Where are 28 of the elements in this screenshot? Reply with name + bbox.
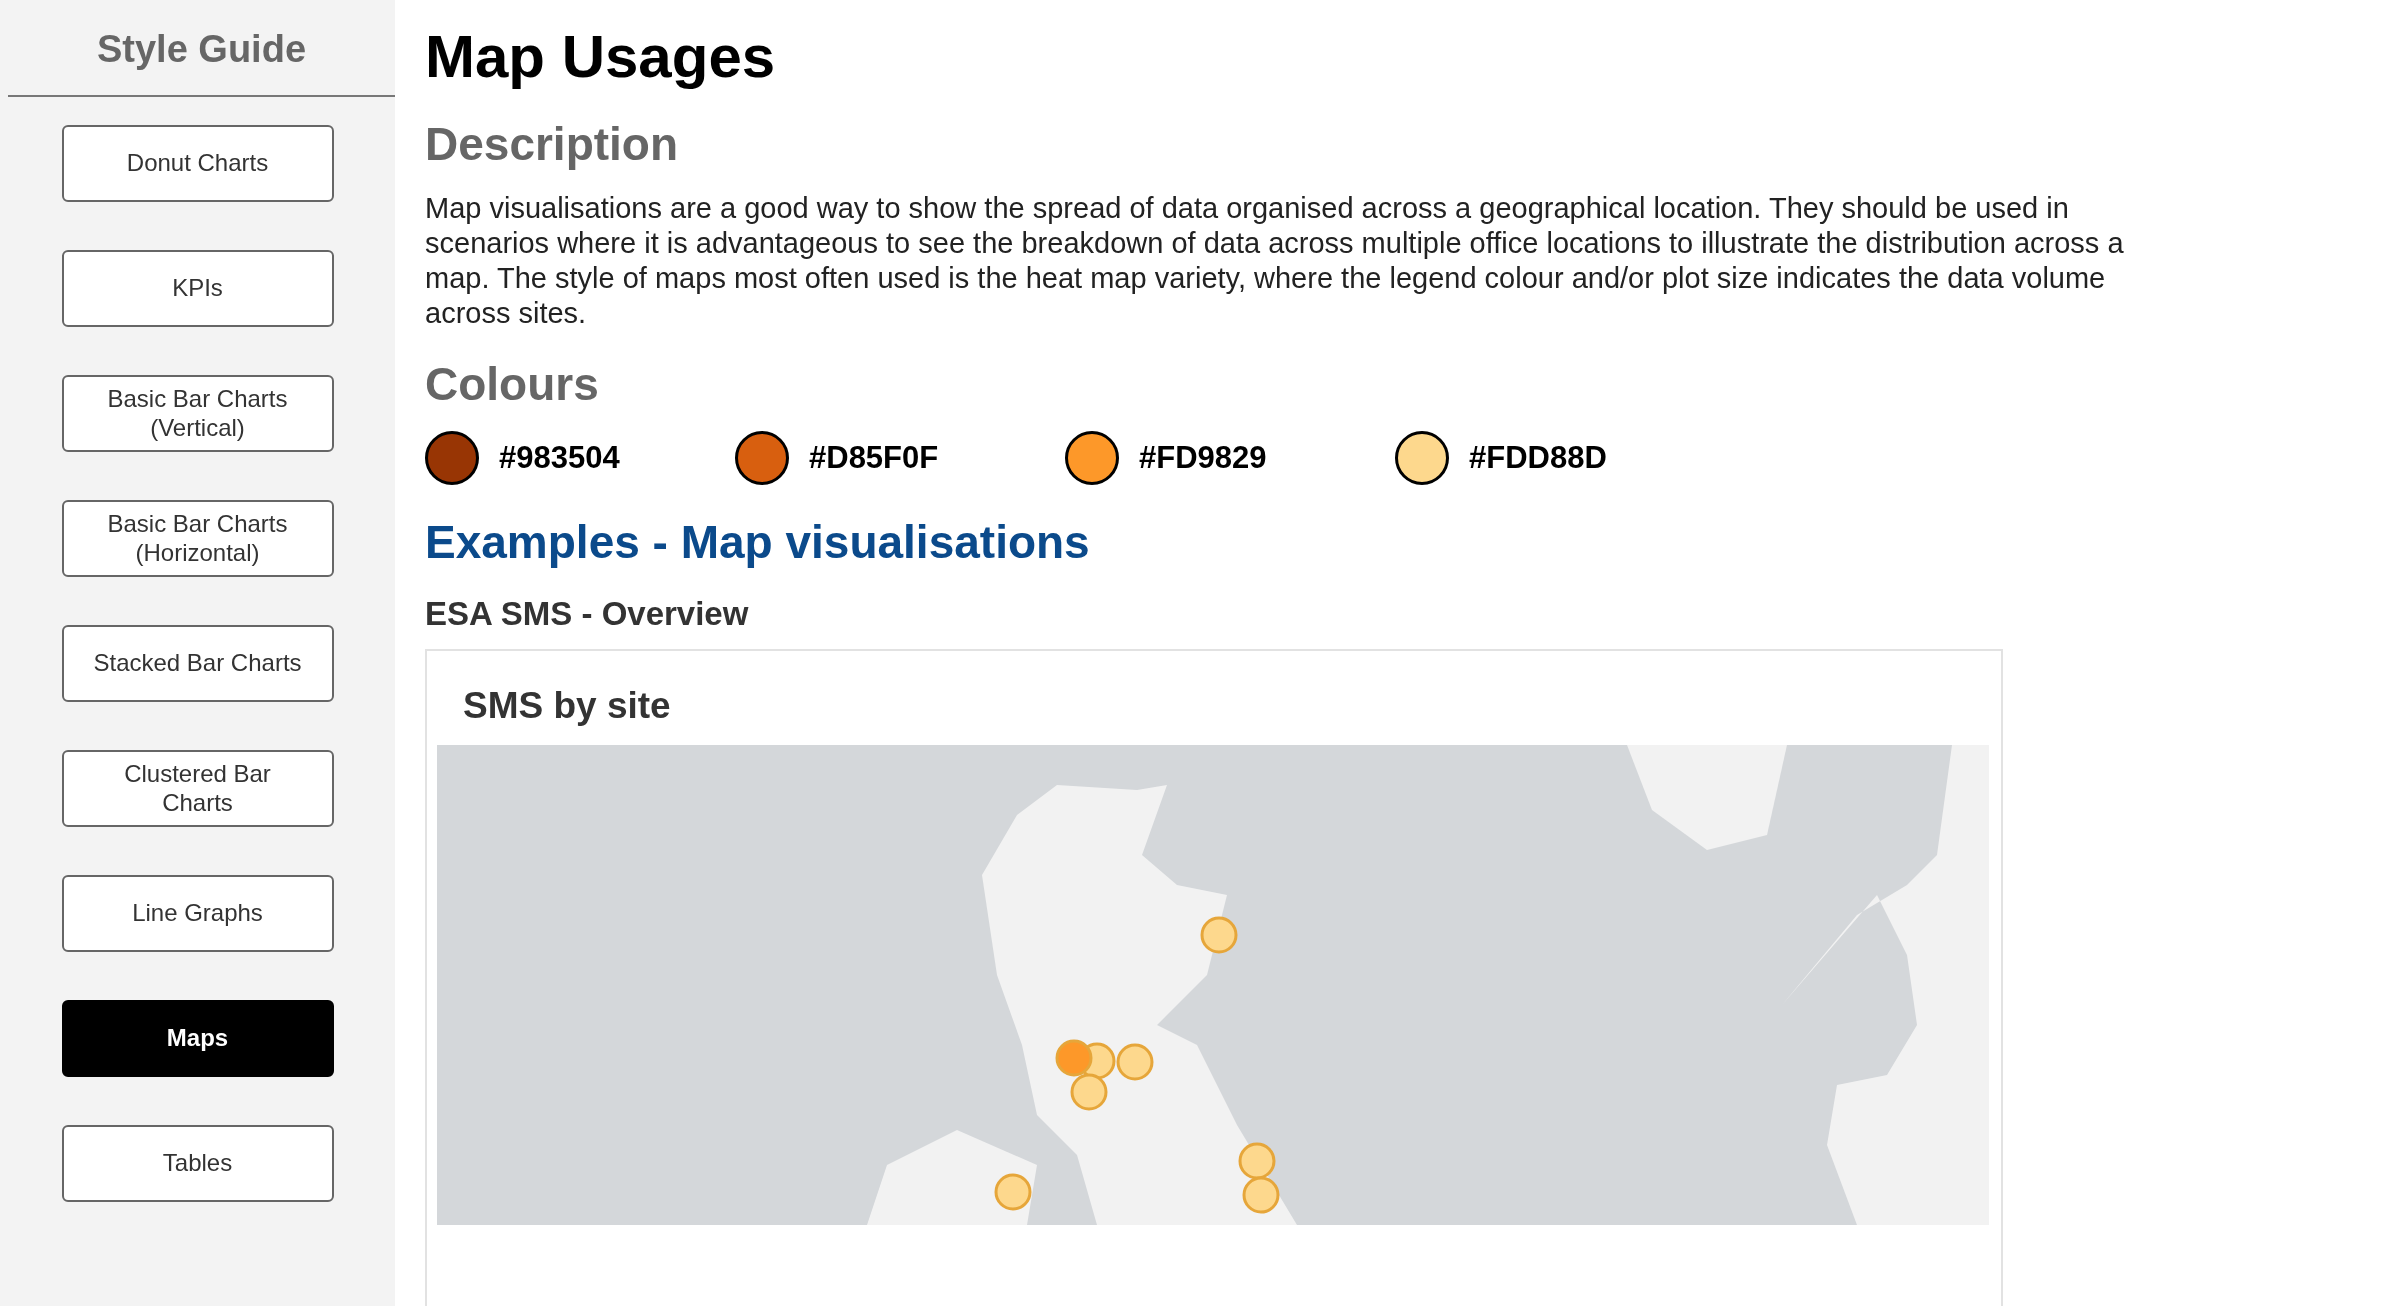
map-marker[interactable] bbox=[1070, 1073, 1108, 1111]
section-heading: Colours bbox=[425, 357, 600, 411]
nav-button[interactable]: KPIs bbox=[61, 250, 334, 327]
map-marker[interactable] bbox=[1116, 1043, 1154, 1081]
colour-code: #FD9829 bbox=[1139, 440, 1267, 476]
map-drawing[interactable] bbox=[437, 745, 1989, 1225]
colour-code: #983504 bbox=[499, 440, 620, 476]
nav-button[interactable]: Line Graphs bbox=[61, 875, 334, 952]
page-title: Map Usages bbox=[425, 22, 777, 91]
example-title: ESA SMS - Overview bbox=[425, 595, 750, 633]
map-marker[interactable] bbox=[994, 1173, 1032, 1211]
card-title: SMS by site bbox=[462, 684, 672, 728]
sidebar-title: Style Guide bbox=[8, 0, 395, 97]
section-heading: Examples - Map visualisations bbox=[425, 515, 1091, 569]
colour-code: #D85F0F bbox=[809, 440, 939, 476]
map-marker[interactable] bbox=[1055, 1039, 1093, 1077]
map-marker[interactable] bbox=[1200, 916, 1238, 954]
nav-button[interactable]: Stacked Bar Charts bbox=[61, 625, 334, 702]
description-text: Map visualisations are a good way to show the spread of data organised across a geographical location. They should be used in scenarios where it is advantageous to see the breakdown of data across multiple office locations to illustrate the distribution across a map. The style of maps most often used is the heat map variety, where the legend colour and/or plot size indicates the data volume across sites. bbox=[425, 191, 2125, 331]
nav-button[interactable]: Maps bbox=[61, 1000, 334, 1077]
nav-button[interactable]: Donut Charts bbox=[61, 125, 334, 202]
nav-button[interactable]: Basic Bar Charts (Vertical) bbox=[61, 375, 334, 452]
nav-button[interactable]: Tables bbox=[61, 1125, 334, 1202]
section-heading: Description bbox=[425, 117, 680, 171]
map-marker[interactable] bbox=[1242, 1176, 1280, 1214]
nav-button[interactable]: Clustered Bar Charts bbox=[61, 750, 334, 827]
colour-code: #FDD88D bbox=[1469, 440, 1607, 476]
nav-button[interactable]: Basic Bar Charts (Horizontal) bbox=[61, 500, 334, 577]
